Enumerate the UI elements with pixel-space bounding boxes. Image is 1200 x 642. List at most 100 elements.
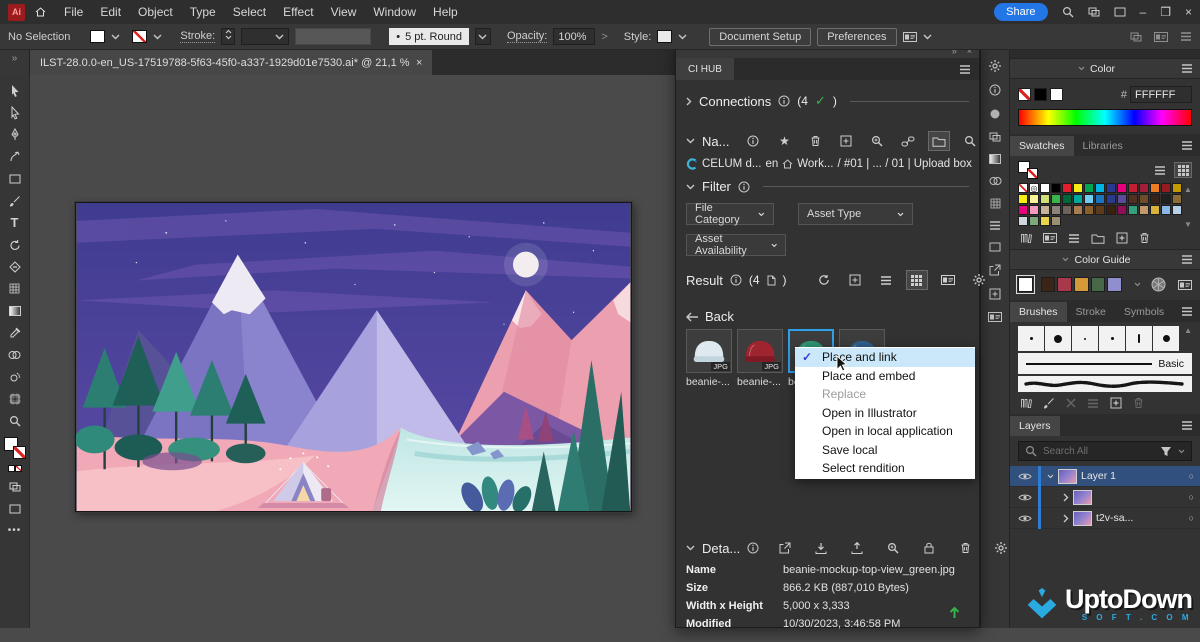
searchplus-icon[interactable] bbox=[866, 131, 888, 151]
swatch[interactable] bbox=[1161, 183, 1171, 193]
brush-basic[interactable]: Basic bbox=[1018, 353, 1192, 374]
tab-cihub[interactable]: CI HUB bbox=[676, 58, 734, 80]
tab-collapse-button[interactable]: » bbox=[0, 50, 30, 75]
swatch[interactable] bbox=[1106, 183, 1116, 193]
filter-dropdown-file-category[interactable]: File Category bbox=[686, 203, 774, 225]
tab-brushes[interactable]: Brushes bbox=[1010, 302, 1067, 322]
chevron-down-icon[interactable] bbox=[1047, 474, 1054, 479]
asset-thumbnail[interactable]: JPGbeanie-... bbox=[686, 329, 734, 388]
panel-menu-icon[interactable] bbox=[1181, 255, 1193, 264]
swatch[interactable] bbox=[1062, 194, 1072, 204]
document-close-icon[interactable]: × bbox=[416, 57, 422, 69]
tab-color[interactable]: Color bbox=[1090, 63, 1115, 75]
layer-target-icon[interactable]: ○ bbox=[1189, 471, 1194, 481]
layer-row[interactable]: Layer 1○ bbox=[1010, 466, 1200, 487]
rotate-tool[interactable] bbox=[4, 235, 26, 254]
layer-thumbnail[interactable] bbox=[1073, 490, 1092, 505]
swatch[interactable] bbox=[1106, 205, 1116, 215]
card-icon[interactable] bbox=[1043, 233, 1057, 243]
brushes-scrollbar[interactable]: ▲ bbox=[1184, 326, 1192, 351]
style-swatch[interactable] bbox=[657, 30, 672, 43]
workspace-icon[interactable] bbox=[1114, 7, 1126, 17]
layer-target-icon[interactable]: ○ bbox=[1189, 492, 1194, 502]
gradient-tool[interactable] bbox=[4, 301, 26, 320]
info-icon[interactable] bbox=[730, 274, 742, 286]
layer-target-icon[interactable]: ○ bbox=[1189, 513, 1194, 523]
chevron-down-icon[interactable] bbox=[111, 34, 120, 40]
chevron-right-icon[interactable] bbox=[1063, 514, 1069, 523]
opacity-value[interactable]: 100% bbox=[553, 28, 595, 45]
gridplus-icon[interactable] bbox=[835, 131, 857, 151]
info-icon[interactable] bbox=[989, 84, 1001, 99]
eye-icon[interactable] bbox=[1018, 514, 1032, 523]
touch-workspace-icon[interactable] bbox=[1130, 32, 1142, 42]
swatch[interactable] bbox=[1150, 205, 1160, 215]
gridplus-icon[interactable] bbox=[844, 270, 866, 290]
eyedropper-tool[interactable] bbox=[4, 323, 26, 342]
filter-dropdown-asset-availability[interactable]: Asset Availability bbox=[686, 234, 786, 256]
edit-colors-icon[interactable] bbox=[1178, 280, 1192, 290]
context-menu-item-save-local[interactable]: Save local bbox=[795, 441, 975, 460]
swatch[interactable] bbox=[1040, 194, 1050, 204]
chevron-right-icon[interactable] bbox=[1063, 493, 1069, 502]
tab-stroke[interactable]: Stroke bbox=[1067, 302, 1115, 322]
swatch[interactable] bbox=[1040, 216, 1050, 226]
variable-width-dropdown[interactable] bbox=[295, 28, 371, 45]
fill-color-swatch[interactable] bbox=[90, 30, 105, 43]
lock-icon[interactable] bbox=[918, 538, 940, 558]
color-spectrum-bar[interactable] bbox=[1018, 109, 1192, 126]
menu-item-file[interactable]: File bbox=[64, 5, 83, 19]
direct-selection-tool[interactable] bbox=[4, 103, 26, 122]
folder-icon[interactable] bbox=[928, 131, 950, 151]
context-menu-item-place-and-embed[interactable]: Place and embed bbox=[795, 367, 975, 386]
collapse-icon[interactable] bbox=[1062, 257, 1069, 262]
stroke-weight-stepper[interactable] bbox=[221, 28, 235, 45]
swatch[interactable] bbox=[1095, 194, 1105, 204]
swatch[interactable] bbox=[1029, 216, 1039, 226]
panel-menu-icon[interactable] bbox=[1181, 141, 1193, 150]
info-icon[interactable] bbox=[778, 95, 790, 107]
swatch-registration[interactable]: ◎ bbox=[1029, 183, 1039, 193]
swatch[interactable] bbox=[1117, 183, 1127, 193]
paintbrush-tool[interactable] bbox=[4, 191, 26, 210]
stroke-link[interactable]: Stroke: bbox=[180, 30, 215, 43]
screenmode-icon[interactable] bbox=[989, 242, 1001, 255]
swatch[interactable] bbox=[1084, 205, 1094, 215]
swatch[interactable] bbox=[1128, 183, 1138, 193]
chevron-down-icon[interactable] bbox=[153, 34, 162, 40]
gear-icon[interactable] bbox=[990, 538, 1012, 558]
curvature-tool[interactable] bbox=[4, 147, 26, 166]
panel-menu-icon[interactable] bbox=[1181, 421, 1193, 430]
swatch[interactable] bbox=[1051, 205, 1061, 215]
brush-cell[interactable] bbox=[1018, 326, 1044, 351]
tab-layers[interactable]: Layers bbox=[1010, 416, 1060, 436]
change-screen-mode[interactable] bbox=[4, 499, 26, 518]
grid-icon[interactable] bbox=[906, 270, 928, 290]
swatch[interactable] bbox=[1172, 194, 1182, 204]
filter-funnel-icon[interactable] bbox=[1160, 446, 1172, 457]
mesh-icon[interactable] bbox=[990, 198, 1001, 212]
layer-row[interactable]: ○ bbox=[1010, 487, 1200, 508]
panel-menu-icon[interactable] bbox=[1181, 64, 1193, 73]
searchplus-icon[interactable] bbox=[882, 538, 904, 558]
info-icon[interactable] bbox=[742, 131, 764, 151]
properties-icon[interactable] bbox=[903, 32, 917, 42]
layer-name[interactable]: t2v-sa... bbox=[1096, 512, 1185, 524]
swatch[interactable] bbox=[1139, 205, 1149, 215]
back-button[interactable]: Back bbox=[686, 309, 969, 324]
hex-input[interactable]: FFFFFF bbox=[1130, 86, 1192, 103]
stroke-weight-dropdown[interactable] bbox=[241, 28, 289, 45]
list-icon[interactable] bbox=[989, 221, 1001, 233]
search-icon[interactable] bbox=[959, 131, 981, 151]
opacity-expand[interactable]: > bbox=[601, 31, 607, 43]
home-icon[interactable] bbox=[35, 7, 46, 17]
asset-thumbnail[interactable]: JPGbeanie-... bbox=[737, 329, 785, 388]
swatch-none[interactable] bbox=[1018, 183, 1028, 193]
swatch[interactable] bbox=[1073, 205, 1083, 215]
eye-icon[interactable] bbox=[1018, 493, 1032, 502]
document-tab[interactable]: ILST-28.0.0-en_US-17519788-5f63-45f0-a33… bbox=[30, 50, 432, 75]
close-button[interactable]: × bbox=[1185, 5, 1192, 19]
swatch[interactable] bbox=[1139, 194, 1149, 204]
guide-swatch[interactable] bbox=[1074, 277, 1089, 292]
external-icon[interactable] bbox=[989, 264, 1001, 279]
